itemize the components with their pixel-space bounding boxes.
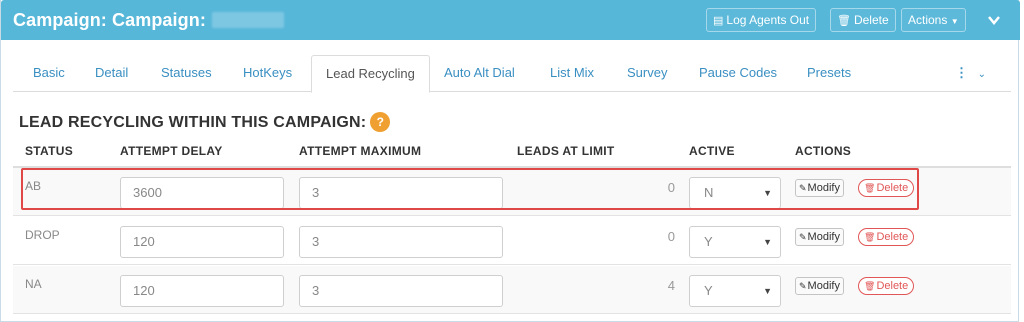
bar-chart-icon: ▤: [713, 15, 724, 27]
active-select[interactable]: Y ▼: [689, 226, 781, 258]
caret-down-icon: ▼: [763, 286, 772, 296]
tab-hotkeys[interactable]: HotKeys: [243, 55, 292, 92]
tab-list-mix[interactable]: List Mix: [550, 55, 594, 92]
more-tabs-menu[interactable]: ⋮ ⌄: [955, 55, 986, 92]
section-title: LEAD RECYCLING WITHIN THIS CAMPAIGN:?: [19, 112, 391, 132]
column-attempt-maximum: ATTEMPT MAXIMUM: [299, 144, 422, 158]
attempt-maximum-input[interactable]: 3: [299, 177, 503, 209]
help-icon[interactable]: ?: [370, 112, 391, 132]
status-cell: NA: [25, 277, 42, 291]
tab-presets[interactable]: Presets: [807, 55, 851, 92]
delete-button[interactable]: 🗑Delete: [858, 277, 915, 295]
log-agents-out-button[interactable]: ▤ Log Agents Out: [706, 8, 817, 32]
caret-down-icon: ▼: [763, 188, 772, 198]
table-header: STATUS ATTEMPT DELAY ATTEMPT MAXIMUM LEA…: [13, 136, 1011, 168]
edit-icon: ✎: [799, 232, 807, 242]
table-row: NA 120 3 4 Y ▼ ✎Modify 🗑Delete: [13, 266, 1011, 314]
leads-at-limit-cell: 0: [667, 229, 675, 244]
delete-button[interactable]: 🗑Delete: [858, 179, 915, 197]
attempt-delay-input[interactable]: 120: [120, 226, 284, 258]
tab-pause-codes[interactable]: Pause Codes: [699, 55, 777, 92]
edit-icon: ✎: [799, 183, 807, 193]
column-actions: ACTIONS: [795, 144, 852, 158]
modify-button[interactable]: ✎Modify: [795, 277, 844, 295]
tab-lead-recycling[interactable]: Lead Recycling: [311, 55, 430, 93]
campaign-panel: Campaign: Campaign: ▤ Log Agents Out 🗑 Del…: [0, 0, 1020, 322]
attempt-maximum-input[interactable]: 3: [299, 275, 503, 307]
column-leads-at-limit: LEADS AT LIMIT: [517, 144, 615, 158]
actions-dropdown[interactable]: Actions ▼: [901, 8, 966, 32]
caret-down-icon: ▼: [950, 17, 959, 26]
tab-statuses[interactable]: Statuses: [161, 55, 212, 92]
trash-icon: 🗑: [864, 183, 876, 193]
tab-basic[interactable]: Basic: [33, 55, 65, 92]
active-select[interactable]: Y ▼: [689, 275, 781, 307]
tab-detail[interactable]: Detail: [95, 55, 128, 92]
leads-at-limit-cell: 4: [667, 278, 675, 293]
page-title: Campaign: Campaign:: [13, 10, 284, 31]
attempt-maximum-input[interactable]: 3: [299, 226, 503, 258]
vertical-ellipsis-icon: ⋮: [955, 65, 968, 80]
attempt-delay-input[interactable]: 120: [120, 275, 284, 307]
modify-button[interactable]: ✎Modify: [795, 228, 844, 246]
tab-bar: Basic Detail Statuses HotKeys Lead Recyc…: [13, 55, 1011, 93]
caret-down-icon: ▼: [763, 237, 772, 247]
attempt-delay-input[interactable]: 3600: [120, 177, 284, 209]
active-select[interactable]: N ▼: [689, 177, 781, 209]
table-row: DROP 120 3 0 Y ▼ ✎Modify 🗑Delete: [13, 217, 1011, 265]
chevron-down-icon[interactable]: [987, 13, 1001, 27]
tab-auto-alt-dial[interactable]: Auto Alt Dial: [444, 55, 515, 92]
status-cell: AB: [25, 179, 42, 193]
delete-campaign-button[interactable]: 🗑 Delete: [830, 8, 896, 32]
tab-survey[interactable]: Survey: [627, 55, 667, 92]
table-row: AB 3600 3 0 N ▼ ✎Modify 🗑Delete: [13, 168, 1011, 216]
status-cell: DROP: [25, 228, 60, 242]
trash-icon: 🗑: [864, 232, 876, 242]
chevron-down-icon: ⌄: [977, 69, 987, 80]
redacted-campaign-name: [211, 12, 284, 28]
column-active: ACTIVE: [689, 144, 735, 158]
trash-icon: 🗑: [864, 281, 876, 291]
trash-icon: 🗑: [837, 15, 851, 27]
panel-header: Campaign: Campaign: ▤ Log Agents Out 🗑 Del…: [1, 0, 1020, 40]
edit-icon: ✎: [799, 281, 807, 291]
column-status: STATUS: [25, 144, 74, 158]
leads-at-limit-cell: 0: [667, 180, 675, 195]
delete-button[interactable]: 🗑Delete: [858, 228, 915, 246]
column-attempt-delay: ATTEMPT DELAY: [120, 144, 223, 158]
modify-button[interactable]: ✎Modify: [795, 179, 844, 197]
